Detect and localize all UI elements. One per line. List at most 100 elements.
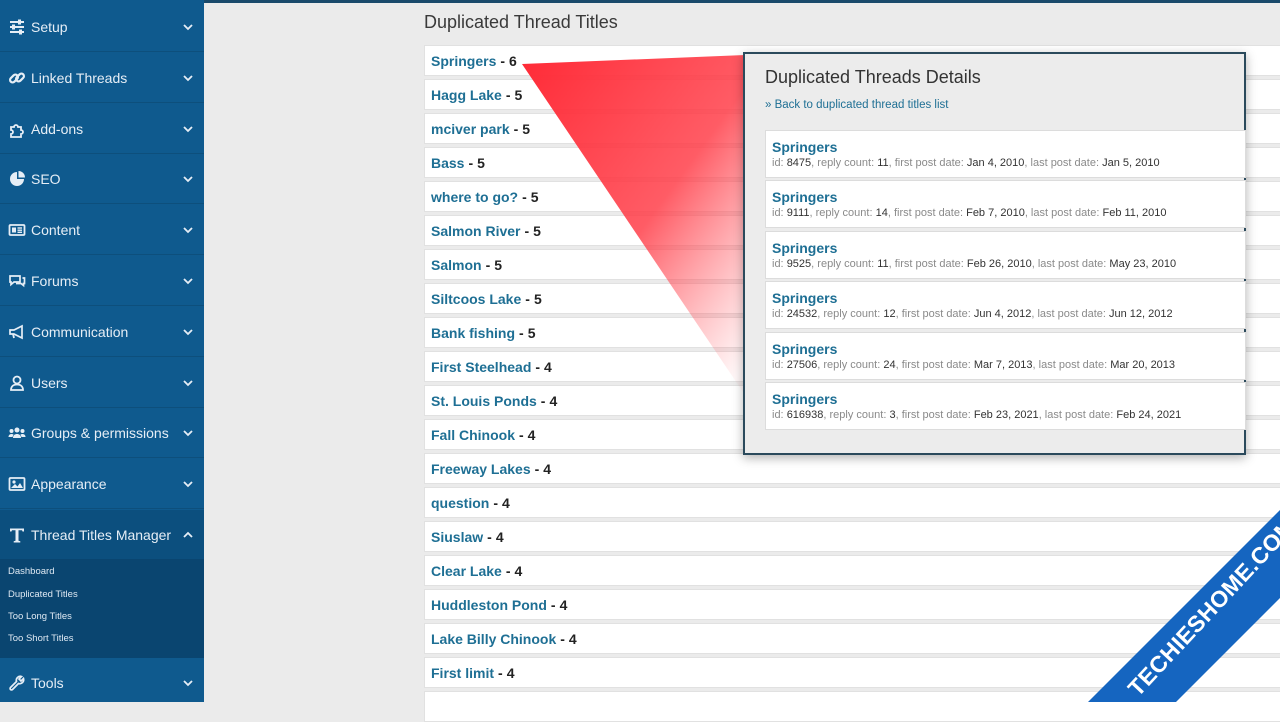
nav-forums-label: Forums	[31, 272, 79, 289]
duplicate-count: 5	[527, 324, 536, 341]
meta-last-post: Jun 12, 2012	[1109, 308, 1173, 320]
nav-setup[interactable]: Setup	[0, 2, 204, 52]
submenu-dashboard[interactable]: Dashboard	[8, 566, 54, 577]
meta-id: 616938	[786, 409, 824, 421]
thread-detail-item: Springers id: 8475, reply count: 11, fir…	[765, 130, 1246, 178]
submenu-too-long-titles[interactable]: Too Long Titles	[8, 611, 72, 622]
thread-title-link[interactable]: Hagg Lake	[431, 87, 502, 103]
chevron-down-icon	[183, 74, 193, 81]
nav-content[interactable]: Content	[0, 205, 204, 255]
meta-reply-count: 12	[883, 308, 896, 320]
meta-label-id: id:	[772, 308, 784, 320]
meta-id: 24532	[786, 308, 818, 320]
meta-label-first-post: , first post date:	[895, 409, 971, 421]
bullhorn-icon	[8, 323, 26, 341]
separator: -	[505, 562, 511, 579]
meta-id: 9525	[786, 258, 812, 270]
thread-title-link[interactable]: Salmon River	[431, 223, 520, 239]
meta-first-post: Feb 26, 2010	[966, 258, 1032, 270]
thread-detail-item: Springers id: 9525, reply count: 11, fir…	[765, 231, 1246, 279]
meta-last-post: Mar 20, 2013	[1110, 359, 1176, 371]
thread-title-link[interactable]: Clear Lake	[431, 563, 502, 579]
nav-users-label: Users	[31, 374, 68, 391]
meta-last-post: Jan 5, 2010	[1102, 157, 1160, 169]
thread-detail-meta: id: 24532, reply count: 12, first post d…	[772, 308, 1173, 320]
meta-reply-count: 14	[875, 207, 888, 219]
duplicate-title-row[interactable]: Huddleston Pond -4	[424, 589, 1280, 620]
duplicate-title-row[interactable]: Freeway Lakes -4	[424, 453, 1280, 484]
thread-title-link[interactable]: First Steelhead	[431, 359, 531, 375]
user-icon	[8, 374, 26, 392]
nav-thread-titles-manager[interactable]: Thread Titles Manager	[0, 510, 204, 560]
duplicate-title-row[interactable]: Siuslaw -4	[424, 521, 1280, 552]
meta-label-last-post: , last post date:	[1031, 308, 1106, 320]
meta-label-reply-count: , reply count:	[823, 409, 887, 421]
thread-title-link[interactable]: First limit	[431, 665, 494, 681]
nav-seo-label: SEO	[31, 170, 61, 187]
duplicate-title-row[interactable]: Clear Lake -4	[424, 555, 1280, 586]
thread-title-link[interactable]: Fall Chinook	[431, 427, 515, 443]
thread-title-link[interactable]: Siltcoos Lake	[431, 291, 521, 307]
nav-forums[interactable]: Forums	[0, 256, 204, 306]
thread-title-link[interactable]: where to go?	[431, 189, 518, 205]
thread-title-link[interactable]: St. Louis Ponds	[431, 393, 537, 409]
meta-label-id: id:	[772, 207, 784, 219]
nav-appearance-label: Appearance	[31, 475, 107, 492]
thread-title-link[interactable]: Springers	[431, 53, 496, 69]
duplicate-count: 5	[533, 290, 542, 307]
nav-seo[interactable]: SEO	[0, 154, 204, 204]
thread-title-link[interactable]: Bass	[431, 155, 464, 171]
thread-detail-title[interactable]: Springers	[772, 139, 837, 155]
chevron-down-icon	[183, 277, 193, 284]
meta-label-reply-count: , reply count:	[809, 207, 873, 219]
thread-title-link[interactable]: Siuslaw	[431, 529, 483, 545]
submenu-too-short-titles[interactable]: Too Short Titles	[8, 633, 73, 644]
nav-communication[interactable]: Communication	[0, 307, 204, 357]
thread-detail-title[interactable]: Springers	[772, 341, 837, 357]
nav-appearance[interactable]: Appearance	[0, 459, 204, 509]
nav-users[interactable]: Users	[0, 358, 204, 408]
meta-first-post: Feb 23, 2021	[973, 409, 1039, 421]
separator: -	[513, 120, 519, 137]
nav-tools[interactable]: Tools	[0, 658, 204, 702]
meta-first-post: Feb 7, 2010	[966, 207, 1025, 219]
thread-titles-submenu: Dashboard Duplicated Titles Too Long Tit…	[0, 559, 204, 658]
link-icon	[8, 69, 26, 87]
thread-title-link[interactable]: question	[431, 495, 489, 511]
duplicate-title-row[interactable]: question -4	[424, 487, 1280, 518]
meta-label-first-post: , first post date:	[888, 258, 964, 270]
thread-title-link[interactable]: Lake Billy Chinook	[431, 631, 556, 647]
meta-label-first-post: , first post date:	[895, 359, 971, 371]
thread-title-link[interactable]: Freeway Lakes	[431, 461, 531, 477]
meta-label-reply-count: , reply count:	[811, 258, 875, 270]
duplicate-title-row-partial[interactable]	[424, 691, 1280, 722]
duplicate-count: 4	[549, 392, 558, 409]
thread-detail-title[interactable]: Springers	[772, 391, 837, 407]
thread-title-link[interactable]: mciver park	[431, 121, 510, 137]
nav-linked-threads[interactable]: Linked Threads	[0, 53, 204, 103]
duplicate-title-row[interactable]: Lake Billy Chinook -4	[424, 623, 1280, 654]
meta-label-reply-count: , reply count:	[811, 157, 875, 169]
thread-detail-title[interactable]: Springers	[772, 290, 837, 306]
meta-label-id: id:	[772, 258, 784, 270]
thread-detail-title[interactable]: Springers	[772, 240, 837, 256]
newspaper-icon	[8, 221, 26, 239]
back-to-list-link[interactable]: » Back to duplicated thread titles list	[765, 99, 948, 111]
duplicate-count: 4	[568, 630, 577, 647]
nav-add-ons[interactable]: Add-ons	[0, 104, 204, 154]
separator: -	[500, 52, 506, 69]
submenu-duplicated-titles[interactable]: Duplicated Titles	[8, 589, 78, 600]
thread-detail-item: Springers id: 27506, reply count: 24, fi…	[765, 332, 1246, 380]
thread-title-link[interactable]: Huddleston Pond	[431, 597, 547, 613]
separator: -	[522, 188, 527, 205]
meta-last-post: Feb 24, 2021	[1116, 409, 1182, 421]
thread-title-link[interactable]: Salmon	[431, 257, 482, 273]
thread-detail-title[interactable]: Springers	[772, 189, 837, 205]
thread-title-link[interactable]: Bank fishing	[431, 325, 515, 341]
duplicate-count: 5	[514, 86, 523, 103]
meta-first-post: Jan 4, 2010	[966, 157, 1025, 169]
nav-groups-permissions[interactable]: Groups & permissions	[0, 408, 204, 458]
duplicate-count: 4	[543, 460, 552, 477]
nav-linked-threads-label: Linked Threads	[31, 69, 128, 86]
sliders-icon	[8, 18, 26, 36]
